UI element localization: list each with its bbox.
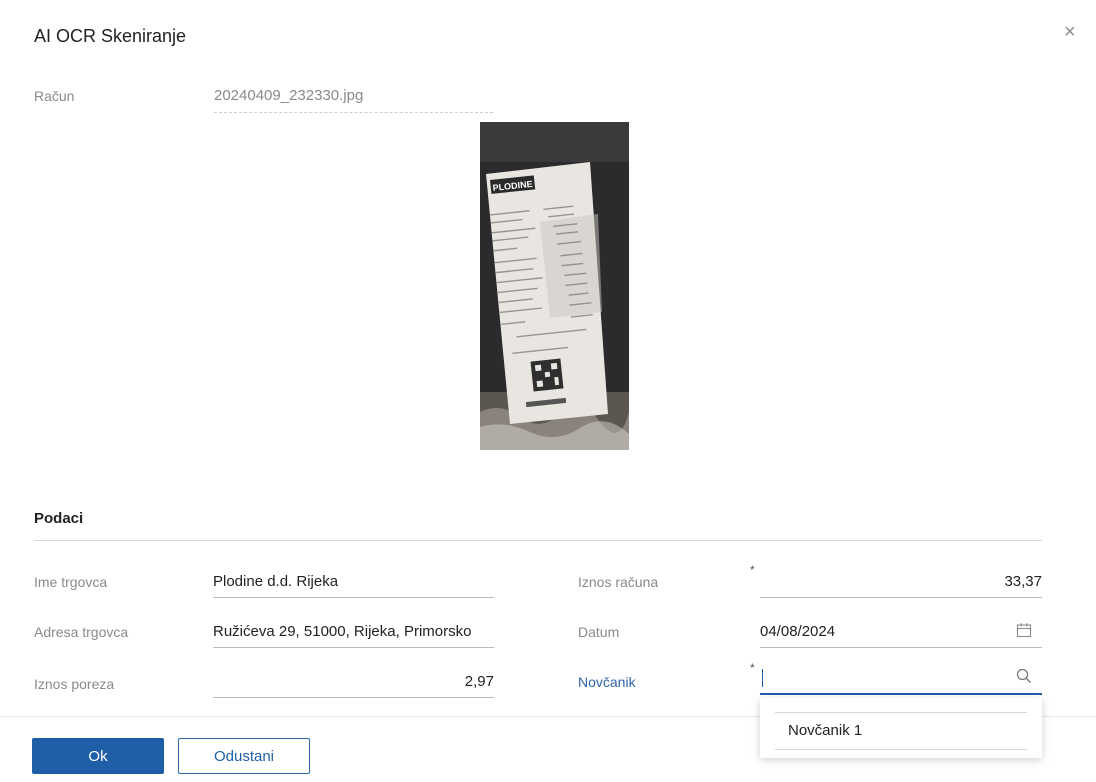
section-title-data: Podaci [34,510,84,527]
tax-amount-field[interactable]: 2,97 [213,671,494,698]
cancel-button[interactable]: Odustani [178,738,310,774]
bill-amount-label: Iznos računa [578,574,659,590]
close-icon[interactable]: × [1064,22,1076,42]
dropdown-divider [775,749,1027,750]
wallet-search-input[interactable] [760,668,1042,695]
date-label: Datum [578,624,620,640]
tax-amount-label: Iznos poreza [34,676,115,692]
search-icon[interactable] [1016,668,1032,684]
required-marker: * [750,661,755,675]
merchant-name-label: Ime trgovca [34,574,108,590]
merchant-address-field[interactable]: Ružićeva 29, 51000, Rijeka, Primorsko [213,621,494,648]
required-marker: * [750,563,755,577]
dropdown-option-wallet[interactable]: Novčanik 1 [788,722,862,739]
dialog-title: AI OCR Skeniranje [34,26,187,46]
dropdown-divider [775,712,1027,713]
wallet-dropdown: Novčanik 1 [760,698,1042,758]
receipt-label: Račun [34,88,75,104]
receipt-image: PLODINE [480,122,629,450]
calendar-icon[interactable] [1016,622,1032,638]
ok-button[interactable]: Ok [32,738,164,774]
text-cursor [762,669,763,687]
bill-amount-field[interactable]: 33,37 [760,571,1042,598]
wallet-label: Novčanik [578,674,636,690]
merchant-name-field[interactable]: Plodine d.d. Rijeka [213,571,494,598]
date-field[interactable]: 04/08/2024 [760,621,1042,648]
merchant-address-label: Adresa trgovca [34,624,129,640]
section-divider [34,540,1042,541]
receipt-file-name[interactable]: 20240409_232330.jpg [214,87,493,113]
